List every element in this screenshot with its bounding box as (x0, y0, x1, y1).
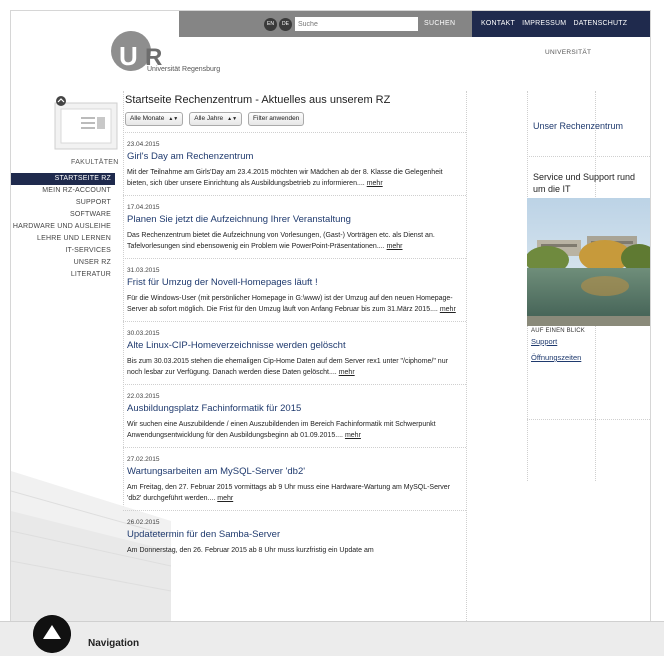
news-date: 23.04.2015 (127, 141, 160, 148)
news-date: 17.04.2015 (127, 204, 160, 211)
support-link[interactable]: Support (531, 337, 557, 346)
filter-bar: Alle Monate ▲▼ Alle Jahre ▲▼ Filter anwend… (125, 112, 466, 126)
at-a-glance-label: AUF EINEN BLICK (531, 328, 586, 334)
month-select-value: Alle Monate (130, 115, 165, 122)
news-item: 17.04.2015 Planen Sie jetzt die Aufzeich… (123, 195, 466, 258)
nav-link-impressum[interactable]: IMPRESSUM (522, 20, 566, 27)
news-item: 31.03.2015 Frist für Umzug der Novell-Ho… (123, 258, 466, 321)
nav-link-kontakt[interactable]: KONTAKT (481, 20, 515, 27)
news-item: 30.03.2015 Alte Linux-CIP-Homeverzeichni… (123, 321, 466, 384)
right-heading-service: Service und Support rund um die IT (533, 172, 636, 194)
more-link[interactable]: mehr (440, 306, 456, 313)
page-frame: EN DE SUCHEN KONTAKT IMPRESSUM DATENSCHU… (10, 10, 651, 650)
news-title[interactable]: Updatetermin für den Samba-Server (127, 529, 462, 540)
faculty-label[interactable]: FAKULTÄTEN (71, 159, 119, 166)
right-divider (527, 156, 650, 157)
faculty-icon[interactable] (51, 95, 121, 155)
news-item: 22.03.2015 Ausbildungsplatz Fachinformat… (123, 384, 466, 447)
select-arrows-icon: ▲▼ (168, 116, 179, 122)
main-content: Startseite Rechenzentrum - Aktuelles aus… (123, 91, 466, 562)
divider-main (466, 91, 467, 649)
news-text: Das Rechenzentrum bietet die Aufzeichnun… (127, 230, 462, 252)
page-title: Startseite Rechenzentrum - Aktuelles aus… (125, 94, 391, 106)
language-de-button[interactable]: DE (279, 18, 292, 31)
sidebar-item-hardware[interactable]: HARDWARE UND AUSLEIHE (11, 221, 115, 233)
news-date: 27.02.2015 (127, 456, 160, 463)
news-title[interactable]: Ausbildungsplatz Fachinformatik für 2015 (127, 403, 462, 414)
logo-subtitle: Universität Regensburg (147, 66, 221, 73)
language-en-button[interactable]: EN (264, 18, 277, 31)
select-arrows-icon: ▲▼ (227, 116, 238, 122)
sidebar-nav: STARTSEITE RZ MEIN RZ-ACCOUNT SUPPORT SO… (11, 173, 115, 281)
news-title[interactable]: Wartungsarbeiten am MySQL-Server 'db2' (127, 466, 462, 477)
logo-letter-u: U (119, 41, 138, 71)
news-body: Wir suchen eine Auszubildende / einen Au… (127, 421, 436, 439)
more-link[interactable]: mehr (217, 495, 233, 502)
search-input[interactable] (295, 17, 418, 31)
news-body: Bis zum 30.03.2015 stehen die ehemaligen… (127, 358, 448, 376)
top-nav-links: KONTAKT IMPRESSUM DATENSCHUTZ (481, 20, 632, 27)
news-body: Am Donnerstag, den 26. Februar 2015 ab 8… (127, 547, 374, 554)
campus-photo (527, 198, 650, 326)
news-body: Am Freitag, den 27. Februar 2015 vormitt… (127, 484, 451, 502)
navigation-label[interactable]: Navigation (88, 638, 139, 649)
sidebar-item-lehre[interactable]: LEHRE UND LERNEN (11, 233, 115, 245)
nav-link-datenschutz[interactable]: DATENSCHUTZ (573, 20, 627, 27)
month-select[interactable]: Alle Monate ▲▼ (125, 112, 184, 126)
news-date: 30.03.2015 (127, 330, 160, 337)
more-link[interactable]: mehr (387, 243, 403, 250)
search-button[interactable]: SUCHEN (424, 20, 455, 27)
sidebar-item-literatur[interactable]: LITERATUR (11, 269, 115, 281)
right-heading-rechenzentrum[interactable]: Unser Rechenzentrum (533, 121, 623, 131)
news-title[interactable]: Frist für Umzug der Novell-Homepages läu… (127, 277, 462, 288)
year-select-value: Alle Jahre (194, 115, 224, 122)
news-item: 23.04.2015 Girl's Day am Rechenzentrum M… (123, 132, 466, 195)
news-text: Am Freitag, den 27. Februar 2015 vormitt… (127, 482, 462, 504)
right-divider-bottom (527, 419, 650, 420)
university-link[interactable]: UNIVERSITÄT (545, 49, 591, 56)
news-text: Wir suchen eine Auszubildende / einen Au… (127, 419, 462, 441)
sidebar-item-startseite[interactable]: STARTSEITE RZ (11, 173, 115, 185)
news-title[interactable]: Alte Linux-CIP-Homeverzeichnisse werden … (127, 340, 462, 351)
navigation-up-icon[interactable] (33, 615, 71, 653)
news-body: Mit der Teilnahme am Girls'Day am 23.4.2… (127, 169, 443, 187)
more-link[interactable]: mehr (345, 432, 361, 439)
apply-filter-button[interactable]: Filter anwenden (248, 112, 305, 126)
sidebar-item-support[interactable]: SUPPORT (11, 197, 115, 209)
sidebar-item-software[interactable]: SOFTWARE (11, 209, 115, 221)
sidebar-item-account[interactable]: MEIN RZ-ACCOUNT (11, 185, 115, 197)
news-date: 22.03.2015 (127, 393, 160, 400)
news-text: Bis zum 30.03.2015 stehen die ehemaligen… (127, 356, 462, 378)
news-item: 26.02.2015 Updatetermin für den Samba-Se… (123, 510, 466, 562)
news-title[interactable]: Planen Sie jetzt die Aufzeichnung Ihrer … (127, 214, 462, 225)
news-date: 31.03.2015 (127, 267, 160, 274)
news-item: 27.02.2015 Wartungsarbeiten am MySQL-Ser… (123, 447, 466, 510)
sidebar-item-it-services[interactable]: IT-SERVICES (11, 245, 115, 257)
sidebar-item-unser-rz[interactable]: UNSER RZ (11, 257, 115, 269)
news-text: Mit der Teilnahme am Girls'Day am 23.4.2… (127, 167, 462, 189)
news-text: Für die Windows-User (mit persönlicher H… (127, 293, 462, 315)
news-title[interactable]: Girl's Day am Rechenzentrum (127, 151, 462, 162)
news-date: 26.02.2015 (127, 519, 160, 526)
news-text: Am Donnerstag, den 26. Februar 2015 ab 8… (127, 545, 462, 556)
more-link[interactable]: mehr (339, 369, 355, 376)
year-select[interactable]: Alle Jahre ▲▼ (189, 112, 243, 126)
news-body: Für die Windows-User (mit persönlicher H… (127, 295, 453, 313)
opening-hours-link[interactable]: Öffnungszeiten (531, 353, 581, 362)
more-link[interactable]: mehr (367, 180, 383, 187)
